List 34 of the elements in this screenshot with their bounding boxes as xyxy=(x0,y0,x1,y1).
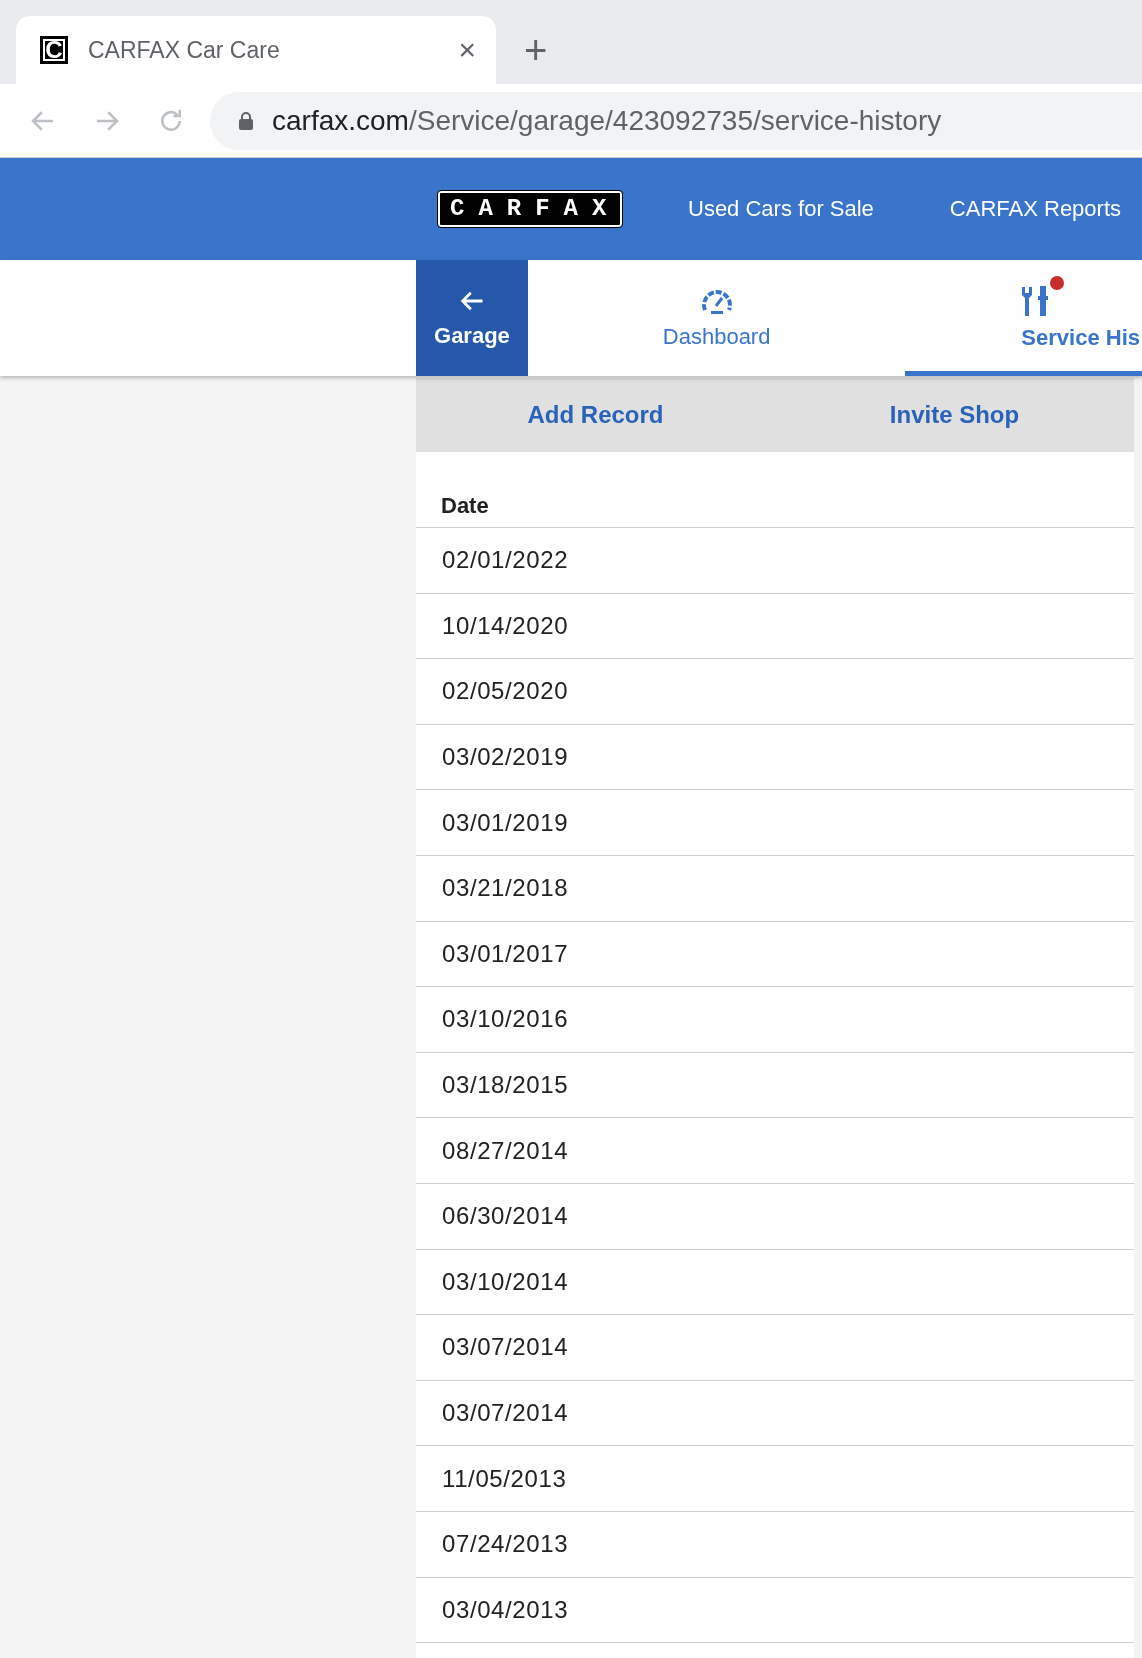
date-cell-text: 11/05/2013 xyxy=(441,1464,567,1493)
date-cell-text: 03/07/2014 xyxy=(441,1333,569,1362)
date-cell-text: 03/10/2014 xyxy=(441,1267,569,1296)
date-cell-text: 10/14/2020 xyxy=(441,611,569,640)
date-cell-text: 03/01/2019 xyxy=(441,808,569,837)
date-cell-text: 08/27/2014 xyxy=(441,1136,569,1165)
date-cell-text: 03/02/2019 xyxy=(441,743,569,772)
date-cell-text: 02/05/2020 xyxy=(441,677,569,706)
date-cell-text: 02/01/2022 xyxy=(441,546,569,575)
url-text: carfax.com/Service/garage/423092735/service-history xyxy=(272,104,942,137)
date-cell-text: 03/01/2017 xyxy=(441,939,569,968)
date-cell-text: 03/04/2013 xyxy=(441,1595,569,1624)
action-button[interactable]: Add Record xyxy=(416,378,775,452)
carfax-logo[interactable]: CARFAX xyxy=(438,191,622,227)
browser-tab[interactable]: C CARFAX Car Care × xyxy=(16,16,496,84)
date-cell-text: 03/21/2018 xyxy=(441,874,569,903)
nav-link[interactable]: Used Cars for Sale xyxy=(688,196,874,222)
date-cell-text: 07/24/2013 xyxy=(441,1530,569,1559)
nav-tab[interactable]: Service His xyxy=(905,260,1142,376)
date-cell-text: 03/07/2014 xyxy=(441,1399,569,1427)
date-cell-text: 03/10/2016 xyxy=(441,1005,569,1034)
favicon: C xyxy=(40,36,68,64)
column-header: Date xyxy=(440,493,489,520)
new-tab-button[interactable]: + xyxy=(524,30,548,70)
close-tab-button[interactable]: × xyxy=(458,35,476,65)
action-button[interactable]: Invite Shop xyxy=(775,378,1134,452)
nav-tab[interactable]: Dashboard xyxy=(527,260,906,376)
lock-icon xyxy=(238,110,254,131)
address-bar[interactable]: carfax.com/Service/garage/423092735/service-history xyxy=(210,91,1142,150)
nav-tab[interactable]: Garage xyxy=(416,260,528,376)
date-cell-text: 03/18/2015 xyxy=(441,1071,569,1100)
tab-title: CARFAX Car Care xyxy=(88,36,281,64)
nav-link[interactable]: CARFAX Reports xyxy=(949,196,1122,222)
date-cell-text: 06/30/2014 xyxy=(441,1202,569,1231)
